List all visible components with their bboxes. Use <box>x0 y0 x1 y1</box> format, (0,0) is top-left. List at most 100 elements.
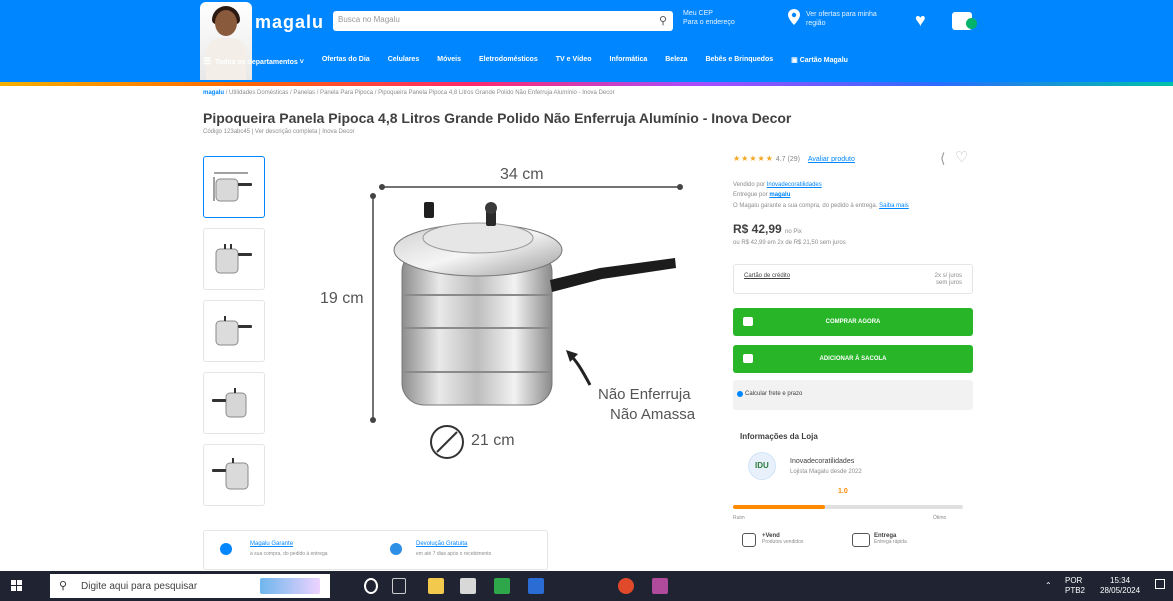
keyboard-language[interactable]: POR PTB2 <box>1065 576 1085 596</box>
store-logo[interactable]: IDU <box>748 452 776 480</box>
store-name[interactable]: Inovadecoratilidades <box>790 458 854 465</box>
magalu-logo[interactable]: magalu <box>255 12 324 33</box>
thumbnail-5[interactable] <box>203 444 265 506</box>
store-score-bar <box>733 505 963 509</box>
price-suffix: no Pix <box>785 229 802 235</box>
store-score: 1.0 <box>838 488 848 495</box>
site-header: magalu Busca no Magalu ⚲ Meu CEP Para o … <box>0 0 1173 82</box>
notifications-icon[interactable] <box>1155 579 1165 589</box>
thumb-pot-image <box>212 388 247 418</box>
promo-guarantee-sub: a sua compra, do pedido à entrega <box>250 551 328 557</box>
windows-start-icon[interactable] <box>11 580 23 592</box>
search-input[interactable]: Busca no Magalu ⚲ <box>333 11 673 31</box>
thumbnail-4[interactable] <box>203 372 265 434</box>
favorites-heart-icon[interactable]: ♥ <box>915 10 926 31</box>
product-title: Pipoqueira Panela Pipoca 4,8 Litros Gran… <box>203 110 792 126</box>
task-view-icon[interactable] <box>392 578 406 594</box>
location-link[interactable]: Ver ofertas para minha região <box>806 10 877 28</box>
taskbar-search-text: Digite aqui para pesquisar <box>81 581 198 592</box>
installments-text: ou R$ 42,99 em 2x de R$ 21,50 sem juros <box>733 240 846 246</box>
promo-return-link[interactable]: Devolução Gratuita <box>416 541 467 547</box>
thumb-pot-image <box>212 458 249 490</box>
search-placeholder: Busca no Magalu <box>338 15 400 24</box>
cortana-circle-icon[interactable] <box>364 578 378 594</box>
feature-rust-label: Não Enferruja <box>598 386 691 403</box>
store-since: Lojista Magalu desde 2022 <box>790 469 862 475</box>
nav-item-celulares[interactable]: Celulares <box>388 56 420 68</box>
product-code-line: Código 123abc45 | Ver descrição completa… <box>203 129 355 135</box>
nav-item-ofertas[interactable]: Ofertas do Dia <box>322 56 370 68</box>
breadcrumb-path[interactable]: / Utilidades Domésticas / Panelas / Pane… <box>226 90 615 96</box>
tray-chevron-icon[interactable]: ⌃ <box>1045 581 1052 590</box>
header-gradient-strip <box>0 82 1173 86</box>
delivery-badge: Entrega Entrega rápida <box>874 533 907 545</box>
chrome-icon[interactable] <box>618 578 634 594</box>
file-explorer-icon[interactable] <box>428 578 444 594</box>
thumbnail-2[interactable] <box>203 228 265 290</box>
promo-return-sub: em até 7 dias após o recebimento <box>416 551 492 557</box>
main-product-image[interactable]: 34 cm 19 cm 21 cm Não Enferruja Não Amas… <box>300 160 720 480</box>
nav-item-beleza[interactable]: Beleza <box>665 56 687 68</box>
excel-icon[interactable] <box>494 578 510 594</box>
thumb-pot-image <box>215 244 252 274</box>
delivery-truck-icon <box>852 533 870 547</box>
promo-guarantee-link[interactable]: Magalu Garante <box>250 541 293 547</box>
guarantee-promo-box: Magalu Garante a sua compra, do pedido à… <box>203 530 548 570</box>
nav-item-cartao[interactable]: ▣ Cartão Magalu <box>791 56 848 68</box>
department-nav: ☰ Todos os departamentos ˅ Ofertas do Dia… <box>203 56 866 68</box>
cart-icon[interactable] <box>952 12 977 30</box>
payment-card-option[interactable]: Cartão de crédito 2x s/ juros sem juros <box>733 264 973 294</box>
buy-now-button[interactable]: COMPRAR AGORA <box>733 308 973 336</box>
sales-badge: +Vend Produtos vendidos <box>762 533 804 545</box>
store-icon[interactable] <box>460 578 476 594</box>
delivered-by-line: Entregue por magalu <box>733 192 791 198</box>
nav-item-eletrodomesticos[interactable]: Eletrodomésticos <box>479 56 538 68</box>
search-icon[interactable]: ⚲ <box>659 14 667 27</box>
nav-item-bebes[interactable]: Bebês e Brinquedos <box>705 56 773 68</box>
thumb-pot-image <box>213 172 252 202</box>
breadcrumb-home[interactable]: magalu <box>203 90 224 96</box>
app-icon[interactable] <box>652 578 668 594</box>
rating-stars: ★★★★★ <box>733 154 774 163</box>
share-icon[interactable]: ⟨ <box>940 150 945 167</box>
shipping-calculator[interactable]: Calcular frete e prazo <box>733 380 973 410</box>
seller-link[interactable]: Inovadecoratilidades <box>767 182 822 188</box>
price: R$ 42,99 no Pix <box>733 222 802 236</box>
nav-item-tv-video[interactable]: TV e Vídeo <box>556 56 592 68</box>
windows-taskbar: ⚲ Digite aqui para pesquisar ⌃ POR PTB2 … <box>0 571 1173 601</box>
word-icon[interactable] <box>528 578 544 594</box>
breadcrumb: magalu / Utilidades Domésticas / Panelas… <box>203 90 615 96</box>
clock[interactable]: 15:34 28/05/2024 <box>1100 576 1140 596</box>
thumb-pot-image <box>215 316 252 346</box>
bag-icon <box>743 317 753 326</box>
shield-icon <box>220 543 232 555</box>
return-icon <box>390 543 402 555</box>
cep-link[interactable]: Meu CEP Para o endereço <box>683 9 735 27</box>
store-score-fill <box>733 505 825 509</box>
delivered-by-link[interactable]: magalu <box>769 192 790 198</box>
guarantee-more-link[interactable]: Saiba mais <box>879 203 909 209</box>
thumbnail-1[interactable] <box>203 156 265 218</box>
favorite-heart-icon[interactable]: ♡ <box>955 148 968 166</box>
rate-product-link[interactable]: Avaliar produto <box>808 156 855 163</box>
nav-all-departments[interactable]: ☰ Todos os departamentos ˅ <box>203 56 304 68</box>
cart-add-icon <box>743 354 753 363</box>
rating-row: ★★★★★ 4.7 (29) Avaliar produto <box>733 154 855 163</box>
nav-item-informatica[interactable]: Informática <box>610 56 648 68</box>
diameter-label: 21 cm <box>471 432 515 449</box>
nav-item-moveis[interactable]: Móveis <box>437 56 461 68</box>
sales-badge-icon <box>742 533 756 547</box>
add-to-bag-button[interactable]: ADICIONAR À SACOLA <box>733 345 973 373</box>
location-dot-icon <box>737 391 743 397</box>
browser-page: magalu Busca no Magalu ⚲ Meu CEP Para o … <box>0 0 1173 601</box>
card-icon: ▣ <box>791 57 800 64</box>
location-pin-icon[interactable] <box>788 9 800 25</box>
rating-text: 4.7 (29) <box>775 156 800 163</box>
cart-badge <box>966 18 977 29</box>
cortana-banner-icon[interactable] <box>260 578 320 594</box>
shipping-label: Calcular frete e prazo <box>745 391 803 397</box>
sold-by-line: Vendido por Inovadecoratilidades <box>733 182 822 188</box>
thumbnail-3[interactable] <box>203 300 265 362</box>
width-label: 34 cm <box>500 166 544 183</box>
score-scale-min: Ruim <box>733 515 745 521</box>
